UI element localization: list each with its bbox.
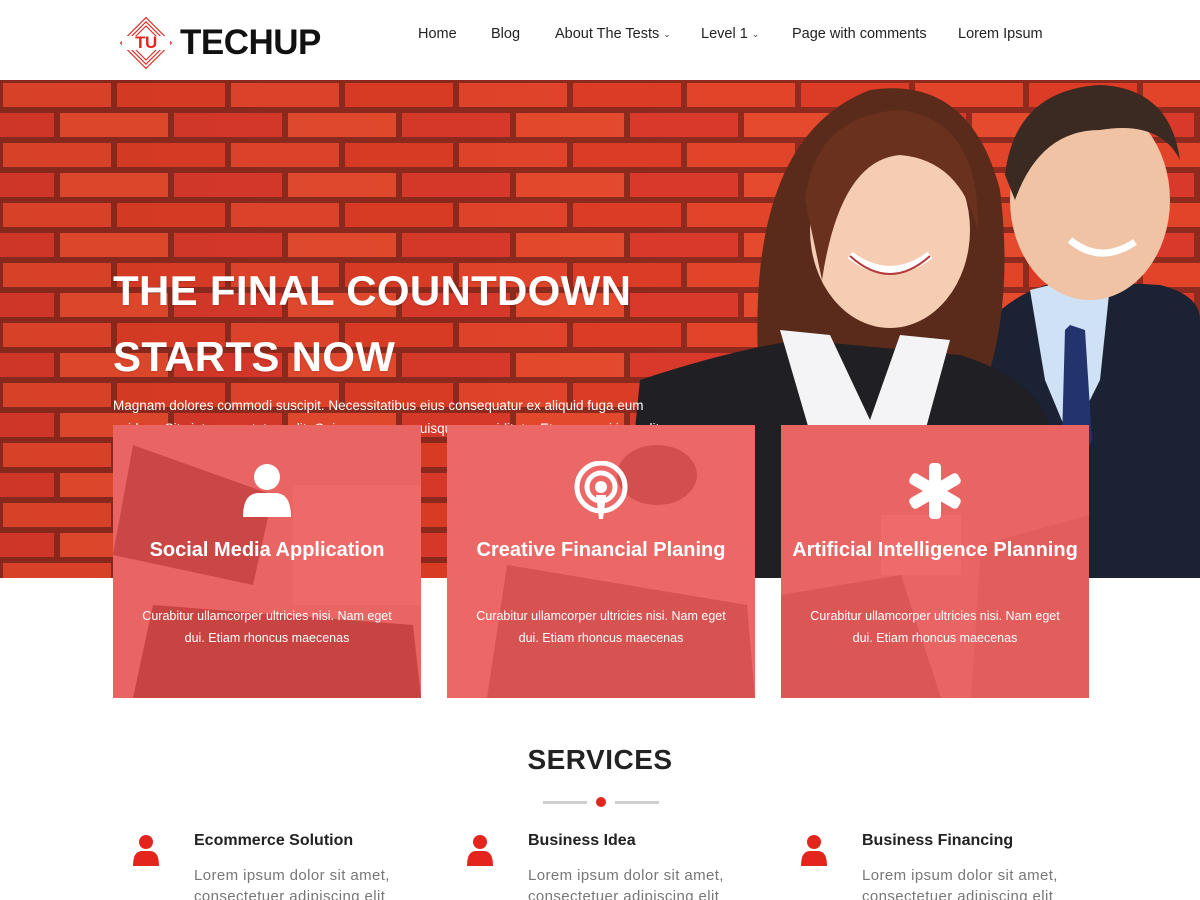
podcast-icon xyxy=(574,461,628,519)
site-logo[interactable]: TU TECHUP xyxy=(118,12,321,74)
divider-dot xyxy=(596,797,606,807)
nav-label: Blog xyxy=(491,26,521,42)
logo-mark-text: TU xyxy=(135,33,157,52)
nav-item-blog[interactable]: Blog xyxy=(491,26,520,42)
feature-card-creative-financial[interactable]: Creative Financial Planing Curabitur ull… xyxy=(447,425,755,698)
nav-item-page-with-comments[interactable]: Page with comments xyxy=(792,26,927,42)
nav-item-home[interactable]: Home xyxy=(418,26,457,42)
service-title[interactable]: Business Financing xyxy=(862,832,1013,850)
feature-card-title: Creative Financial Planing xyxy=(476,539,726,561)
hero-heading-line-1: THE FINAL COUNTDOWN xyxy=(113,267,632,314)
user-icon xyxy=(801,835,827,866)
nav-label: Lorem Ipsum xyxy=(958,26,1043,42)
service-description: Lorem ipsum dolor sit amet, consectetuer… xyxy=(194,867,390,900)
hero-heading-line-2: STARTS NOW xyxy=(113,333,396,380)
chevron-down-icon: ⌄ xyxy=(663,28,671,39)
section-divider xyxy=(543,796,659,808)
nav-label: Home xyxy=(418,26,457,42)
feature-card-title: Artificial Intelligence Planning xyxy=(792,539,1078,561)
divider-line xyxy=(543,801,587,804)
divider-line xyxy=(615,801,659,804)
user-icon xyxy=(243,464,291,517)
service-item-ecommerce[interactable]: Ecommerce Solution Lorem ipsum dolor sit… xyxy=(132,832,432,900)
chevron-down-icon: ⌄ xyxy=(751,28,760,39)
feature-card-social-media[interactable]: Social Media Application Curabitur ullam… xyxy=(113,425,421,698)
site-header: TU TECHUP Home Blog About The Tests ⌄ Lev… xyxy=(0,0,1200,80)
service-title[interactable]: Business Idea xyxy=(528,832,636,850)
feature-card-title: Social Media Application xyxy=(149,539,385,561)
feature-card-description: Curabitur ullamcorper ultricies nisi. Na… xyxy=(142,609,392,645)
logo-mark: TU xyxy=(118,15,174,71)
service-title[interactable]: Ecommerce Solution xyxy=(194,832,353,850)
nav-label: About The Tests xyxy=(555,26,660,42)
service-description: Lorem ipsum dolor sit amet, consectetuer… xyxy=(862,867,1058,900)
service-item-business-financing[interactable]: Business Financing Lorem ipsum dolor sit… xyxy=(800,832,1100,900)
site-title[interactable]: TECHUP xyxy=(180,23,321,63)
asterisk-icon xyxy=(909,463,961,519)
service-description: Lorem ipsum dolor sit amet, consectetuer… xyxy=(528,867,724,900)
services-heading: SERVICES xyxy=(527,744,673,775)
user-icon xyxy=(467,835,493,866)
service-item-business-idea[interactable]: Business Idea Lorem ipsum dolor sit amet… xyxy=(466,832,766,900)
feature-card-artificial-intelligence[interactable]: Artificial Intelligence Planning Curabit… xyxy=(781,425,1089,698)
nav-item-level-1[interactable]: Level 1 ⌄ xyxy=(701,26,759,42)
nav-item-lorem-ipsum[interactable]: Lorem Ipsum xyxy=(958,26,1043,42)
feature-card-description: Curabitur ullamcorper ultricies nisi. Na… xyxy=(476,609,726,645)
nav-label: Level 1 xyxy=(701,26,748,42)
user-icon xyxy=(133,835,159,866)
feature-card-description: Curabitur ullamcorper ultricies nisi. Na… xyxy=(810,609,1060,645)
nav-item-about-the-tests[interactable]: About The Tests ⌄ xyxy=(555,26,671,42)
hero-heading: THE FINAL COUNTDOWN STARTS NOW xyxy=(113,258,631,390)
nav-label: Page with comments xyxy=(792,26,927,42)
